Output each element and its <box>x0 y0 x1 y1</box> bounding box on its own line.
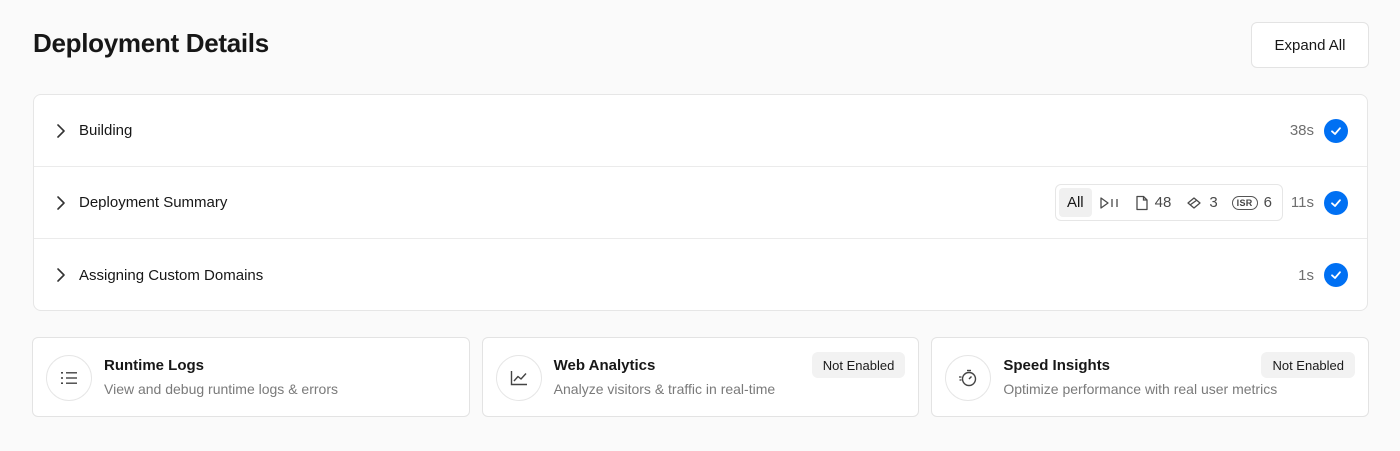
stopwatch-icon <box>945 355 992 401</box>
file-icon <box>1135 195 1148 210</box>
filter-functions-tab[interactable]: 3 <box>1178 188 1224 217</box>
card-description: View and debug runtime logs & errors <box>104 381 338 397</box>
step-building[interactable]: Building 38s <box>34 95 1367 167</box>
check-circle-icon <box>1324 118 1348 143</box>
status-badge: Not Enabled <box>811 352 906 378</box>
card-description: Optimize performance with real user metr… <box>1003 381 1278 397</box>
filter-files-tab[interactable]: 48 <box>1128 188 1179 217</box>
step-deployment-summary[interactable]: Deployment Summary All 48 3 ISR 6 11s <box>34 167 1367 239</box>
chevron-right-icon <box>57 268 65 282</box>
chart-line-icon <box>495 355 542 401</box>
check-circle-icon <box>1324 190 1348 215</box>
web-analytics-card[interactable]: Web Analytics Analyze visitors & traffic… <box>481 337 920 417</box>
runtime-logs-card[interactable]: Runtime Logs View and debug runtime logs… <box>32 337 470 417</box>
output-filter: All 48 3 ISR 6 <box>1054 184 1283 221</box>
isr-icon: ISR <box>1231 195 1258 210</box>
card-title: Speed Insights <box>1003 357 1111 374</box>
step-assigning-domains[interactable]: Assigning Custom Domains 1s <box>34 239 1367 310</box>
card-title: Runtime Logs <box>104 357 204 374</box>
step-duration: 38s <box>1289 122 1314 139</box>
step-label: Deployment Summary <box>79 194 228 211</box>
card-title: Web Analytics <box>553 357 656 374</box>
speed-insights-card[interactable]: Speed Insights Optimize performance with… <box>931 337 1370 417</box>
filter-isr-tab[interactable]: ISR 6 <box>1225 188 1279 217</box>
expand-all-button[interactable]: Expand All <box>1251 22 1369 68</box>
step-status: All 48 3 ISR 6 11s <box>1054 184 1348 221</box>
step-label: Assigning Custom Domains <box>79 266 264 284</box>
chevron-right-icon <box>57 124 65 138</box>
step-status: 1s <box>1298 263 1348 287</box>
card-description: Analyze visitors & traffic in real-time <box>553 381 776 397</box>
files-count: 48 <box>1154 194 1172 211</box>
status-badge: Not Enabled <box>1261 352 1356 378</box>
functions-count: 3 <box>1209 194 1218 211</box>
list-icon <box>46 355 92 401</box>
deployment-steps: Building 38s Deployment Summary All 48 3… <box>33 94 1368 311</box>
page-title: Deployment Details <box>33 28 269 58</box>
step-duration: 1s <box>1298 266 1314 284</box>
filter-static-tab[interactable] <box>1092 188 1128 217</box>
step-duration: 11s <box>1290 194 1314 211</box>
feature-cards: Runtime Logs View and debug runtime logs… <box>32 337 1370 417</box>
isr-count: 6 <box>1263 194 1272 211</box>
chevron-right-icon <box>57 196 65 210</box>
step-label: Building <box>79 122 133 139</box>
check-circle-icon <box>1324 263 1348 287</box>
play-pause-icon <box>1099 196 1118 209</box>
filter-all-tab[interactable]: All <box>1058 188 1092 217</box>
function-icon <box>1187 196 1201 209</box>
step-status: 38s <box>1289 118 1348 143</box>
